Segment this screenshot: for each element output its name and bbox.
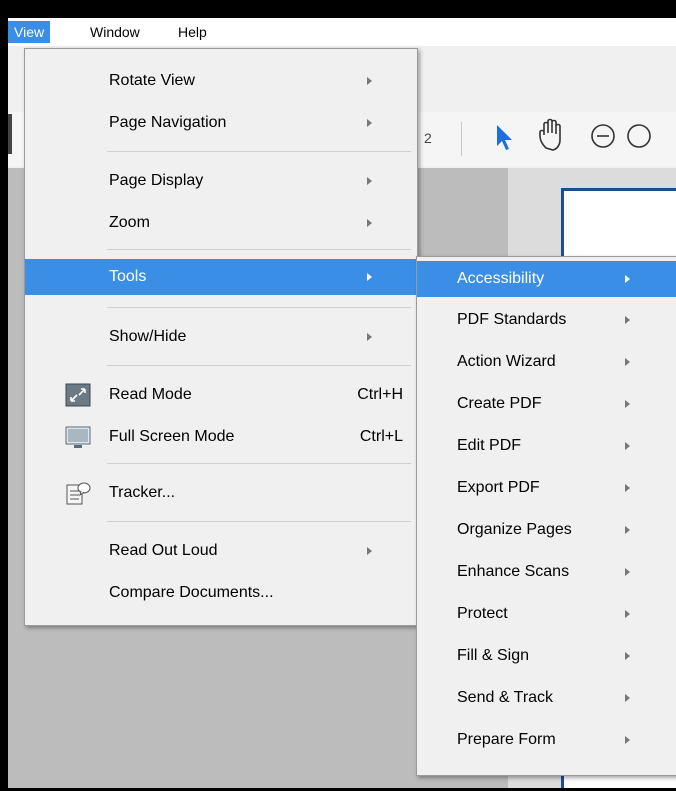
menu-view[interactable]: View (8, 21, 51, 43)
panel-edge (8, 114, 12, 154)
submenu-arrow-icon (625, 316, 630, 324)
submenu-item-enhance-scans[interactable]: Enhance Scans (417, 551, 676, 593)
submenu-item-action-wizard[interactable]: Action Wizard (417, 341, 676, 383)
submenu-item-send-track[interactable]: Send & Track (417, 677, 676, 719)
submenu-item-label: Send & Track (457, 689, 554, 706)
menu-window[interactable]: Window (84, 21, 146, 43)
submenu-item-label: Accessibility (457, 270, 545, 287)
menu-item-shortcut: Ctrl+H (357, 386, 403, 403)
select-cursor-icon[interactable] (494, 122, 514, 152)
submenu-arrow-icon (625, 400, 630, 408)
menu-separator (107, 307, 411, 308)
menu-item-label: Zoom (109, 214, 150, 231)
menu-help-label: Help (178, 24, 207, 40)
menu-item-label: Compare Documents... (109, 584, 274, 601)
submenu-arrow-icon (367, 273, 372, 281)
submenu-arrow-icon (625, 568, 630, 576)
menu-item-page-navigation[interactable]: Page Navigation (25, 105, 417, 141)
submenu-item-organize-pages[interactable]: Organize Pages (417, 509, 676, 551)
hand-tool-icon[interactable] (536, 118, 570, 154)
submenu-item-label: Protect (457, 605, 508, 622)
submenu-item-label: Organize Pages (457, 521, 572, 538)
menu-item-label: Read Mode (109, 386, 192, 403)
full-screen-icon (65, 426, 91, 448)
submenu-item-label: Fill & Sign (457, 647, 530, 664)
submenu-item-label: PDF Standards (457, 311, 567, 328)
submenu-arrow-icon (625, 484, 630, 492)
menu-item-read-mode[interactable]: Read Mode Ctrl+H (25, 377, 417, 413)
menu-item-tracker[interactable]: Tracker... (25, 475, 417, 511)
menu-bar: View Window Help (8, 18, 676, 46)
submenu-item-label: Enhance Scans (457, 563, 570, 580)
menu-item-label: Full Screen Mode (109, 428, 235, 445)
menu-item-label: Tracker... (109, 484, 176, 501)
submenu-arrow-icon (625, 694, 630, 702)
menu-item-compare-documents[interactable]: Compare Documents... (25, 575, 417, 611)
view-menu: Rotate View Page Navigation Page Display… (24, 48, 418, 626)
menu-separator (107, 463, 411, 464)
menu-item-tools[interactable]: Tools (25, 259, 417, 295)
submenu-item-prepare-form[interactable]: Prepare Form (417, 719, 676, 761)
menu-item-rotate-view[interactable]: Rotate View (25, 63, 417, 99)
menu-item-page-display[interactable]: Page Display (25, 163, 417, 199)
menu-item-label: Tools (109, 268, 147, 285)
zoom-out-icon[interactable] (590, 122, 618, 150)
submenu-arrow-icon (625, 652, 630, 660)
tracker-icon (66, 482, 91, 505)
submenu-arrow-icon (367, 333, 372, 341)
submenu-arrow-icon (625, 442, 630, 450)
menu-separator (107, 151, 411, 152)
menu-item-zoom[interactable]: Zoom (25, 205, 417, 241)
tools-submenu: Accessibility PDF Standards Action Wizar… (416, 256, 676, 776)
submenu-arrow-icon (367, 219, 372, 227)
menu-separator (107, 249, 411, 250)
submenu-arrow-icon (625, 736, 630, 744)
menu-item-read-out-loud[interactable]: Read Out Loud (25, 533, 417, 569)
submenu-item-edit-pdf[interactable]: Edit PDF (417, 425, 676, 467)
submenu-arrow-icon (625, 275, 630, 283)
submenu-arrow-icon (367, 547, 372, 555)
submenu-item-label: Action Wizard (457, 353, 556, 370)
menu-item-label: Page Navigation (109, 114, 227, 131)
menu-view-label: View (14, 24, 45, 40)
submenu-item-protect[interactable]: Protect (417, 593, 676, 635)
menu-item-shortcut: Ctrl+L (359, 428, 403, 445)
submenu-item-pdf-standards[interactable]: PDF Standards (417, 299, 676, 341)
submenu-item-export-pdf[interactable]: Export PDF (417, 467, 676, 509)
toolbar-divider (461, 122, 462, 156)
submenu-item-label: Edit PDF (457, 437, 522, 454)
submenu-arrow-icon (625, 526, 630, 534)
app-window: View Window Help 2 Rotate View Page Navi… (8, 18, 676, 788)
menu-item-label: Read Out Loud (109, 542, 218, 559)
submenu-item-label: Prepare Form (457, 731, 556, 748)
submenu-arrow-icon (367, 77, 372, 85)
menu-window-label: Window (90, 24, 140, 40)
submenu-item-accessibility[interactable]: Accessibility (417, 261, 676, 297)
menu-separator (107, 521, 411, 522)
submenu-item-label: Create PDF (457, 395, 542, 412)
page-number: 2 (424, 130, 432, 146)
submenu-arrow-icon (367, 177, 372, 185)
menu-item-label: Show/Hide (109, 328, 187, 345)
submenu-arrow-icon (367, 119, 372, 127)
menu-item-show-hide[interactable]: Show/Hide (25, 319, 417, 355)
submenu-arrow-icon (625, 610, 630, 618)
menu-item-label: Rotate View (109, 72, 195, 89)
zoom-in-icon[interactable] (626, 122, 654, 150)
submenu-item-label: Export PDF (457, 479, 540, 496)
submenu-item-fill-sign[interactable]: Fill & Sign (417, 635, 676, 677)
submenu-arrow-icon (625, 358, 630, 366)
menu-help[interactable]: Help (172, 21, 213, 43)
read-mode-icon (65, 383, 91, 407)
submenu-item-create-pdf[interactable]: Create PDF (417, 383, 676, 425)
menu-item-full-screen-mode[interactable]: Full Screen Mode Ctrl+L (25, 419, 417, 455)
menu-separator (107, 365, 411, 366)
menu-item-label: Page Display (109, 172, 204, 189)
